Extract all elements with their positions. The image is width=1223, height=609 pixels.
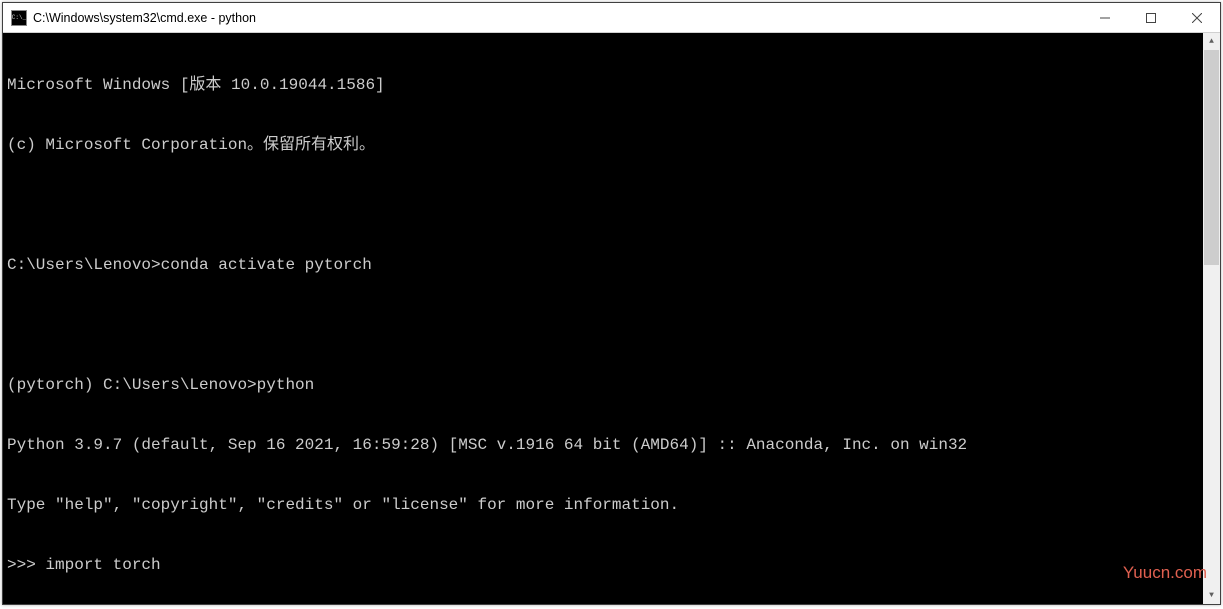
terminal-area[interactable]: Microsoft Windows [版本 10.0.19044.1586] (… (3, 33, 1220, 604)
close-button[interactable] (1174, 3, 1220, 32)
watermark-text: Yuucn.com (1123, 563, 1207, 583)
terminal-line: >>> import torch (7, 555, 1216, 575)
terminal-line: C:\Users\Lenovo>conda activate pytorch (7, 255, 1216, 275)
window-controls (1082, 3, 1220, 32)
minimize-button[interactable] (1082, 3, 1128, 32)
cmd-window: C:\Windows\system32\cmd.exe - python Mic… (2, 2, 1221, 605)
terminal-line: (c) Microsoft Corporation。保留所有权利。 (7, 135, 1216, 155)
window-title: C:\Windows\system32\cmd.exe - python (33, 11, 1082, 25)
terminal-line: Python 3.9.7 (default, Sep 16 2021, 16:5… (7, 435, 1216, 455)
maximize-button[interactable] (1128, 3, 1174, 32)
scroll-down-button[interactable]: ▼ (1203, 587, 1220, 604)
titlebar[interactable]: C:\Windows\system32\cmd.exe - python (3, 3, 1220, 33)
scroll-up-button[interactable]: ▲ (1203, 33, 1220, 50)
terminal-line (7, 195, 1216, 215)
vertical-scrollbar[interactable]: ▲ ▼ (1203, 33, 1220, 604)
terminal-line: Type "help", "copyright", "credits" or "… (7, 495, 1216, 515)
scrollbar-thumb[interactable] (1204, 50, 1219, 265)
terminal-line: Microsoft Windows [版本 10.0.19044.1586] (7, 75, 1216, 95)
cmd-icon (11, 10, 27, 26)
terminal-line: (pytorch) C:\Users\Lenovo>python (7, 375, 1216, 395)
scrollbar-track[interactable] (1203, 50, 1220, 587)
terminal-line (7, 315, 1216, 335)
